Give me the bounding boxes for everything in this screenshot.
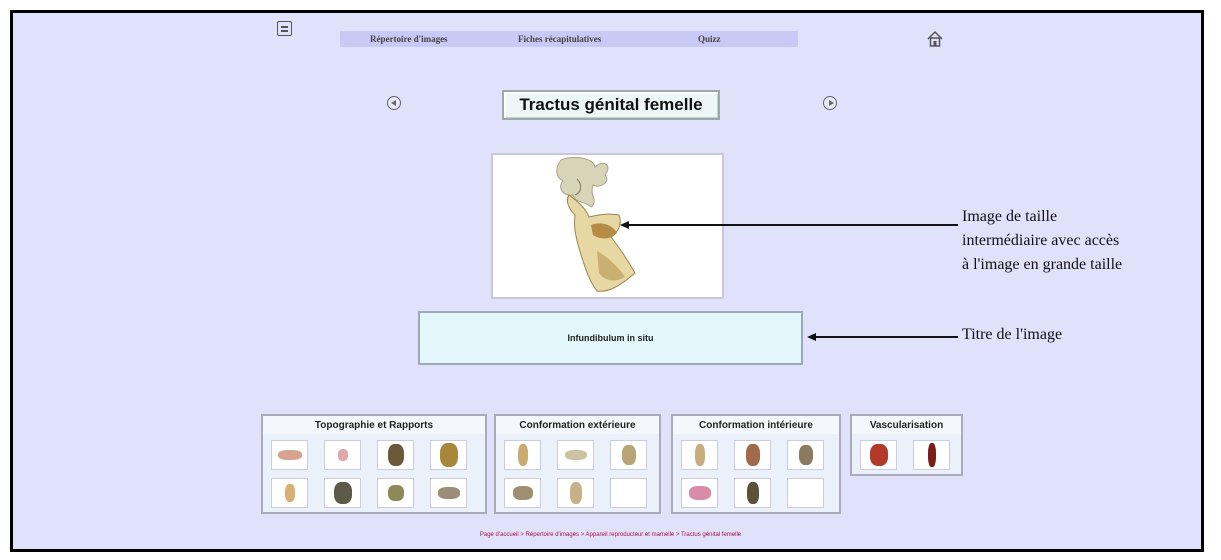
- nav-item-repertoire[interactable]: Répertoire d'images: [370, 34, 448, 44]
- annotation-line-image: [627, 224, 958, 226]
- thumbnail[interactable]: [681, 478, 718, 508]
- thumbnail[interactable]: [681, 440, 718, 470]
- group-vascularisation: Vascularisation: [850, 414, 963, 476]
- annotation-line-title: [814, 336, 958, 338]
- group-title: Topographie et Rapports: [263, 416, 485, 434]
- arrow-right-icon[interactable]: [823, 96, 837, 110]
- thumbnail[interactable]: [271, 440, 308, 470]
- thumbnail[interactable]: [504, 440, 541, 470]
- annotation-image-line: à l'image en grande taille: [962, 256, 1123, 273]
- nav-item-quizz[interactable]: Quizz: [698, 34, 721, 44]
- annotation-image: Image de taille intermédiaire avec accès…: [962, 205, 1122, 277]
- image-caption: Infundibulum in situ: [418, 311, 803, 365]
- thumbnail[interactable]: [430, 478, 467, 508]
- thumbnail[interactable]: [377, 440, 414, 470]
- group-topographie: Topographie et Rapports: [261, 414, 487, 514]
- thumbnail[interactable]: [860, 440, 897, 470]
- group-conformation-interieure: Conformation intérieure: [671, 414, 841, 514]
- thumbnail[interactable]: [787, 440, 824, 470]
- arrow-left-icon[interactable]: [387, 96, 401, 110]
- group-title: Vascularisation: [852, 416, 961, 434]
- menu-icon[interactable]: [277, 21, 292, 36]
- breadcrumb[interactable]: Page d'accueil > Répertoire d'images > A…: [0, 532, 1221, 538]
- thumbnail[interactable]: [324, 440, 361, 470]
- thumbnail[interactable]: [734, 440, 771, 470]
- nav-bar: Répertoire d'images Fiches récapitulativ…: [340, 31, 798, 47]
- group-conformation-exterieure: Conformation extérieure: [494, 414, 661, 514]
- thumbnail[interactable]: [324, 478, 361, 508]
- nav-item-fiches[interactable]: Fiches récapitulatives: [518, 34, 601, 44]
- arrowhead-icon: [807, 333, 816, 341]
- home-icon[interactable]: [925, 29, 945, 49]
- group-title: Conformation extérieure: [496, 416, 659, 434]
- arrowhead-icon: [620, 221, 629, 229]
- group-title: Conformation intérieure: [673, 416, 839, 434]
- thumbnail-empty: [610, 478, 647, 508]
- annotation-image-line: intermédiaire avec accès: [962, 232, 1120, 249]
- page-title: Tractus génital femelle: [502, 90, 720, 120]
- thumbnail[interactable]: [504, 478, 541, 508]
- main-image[interactable]: [491, 153, 724, 299]
- thumbnail[interactable]: [430, 440, 467, 470]
- annotation-title: Titre de l'image: [962, 326, 1063, 343]
- thumbnail[interactable]: [913, 440, 950, 470]
- thumbnail[interactable]: [557, 478, 594, 508]
- thumbnail[interactable]: [734, 478, 771, 508]
- thumbnail[interactable]: [377, 478, 414, 508]
- annotation-image-line: Image de taille: [962, 208, 1058, 225]
- specimen-image: [556, 156, 636, 292]
- thumbnail[interactable]: [557, 440, 594, 470]
- thumbnail[interactable]: [610, 440, 647, 470]
- thumbnail[interactable]: [271, 478, 308, 508]
- thumbnail-empty: [787, 478, 824, 508]
